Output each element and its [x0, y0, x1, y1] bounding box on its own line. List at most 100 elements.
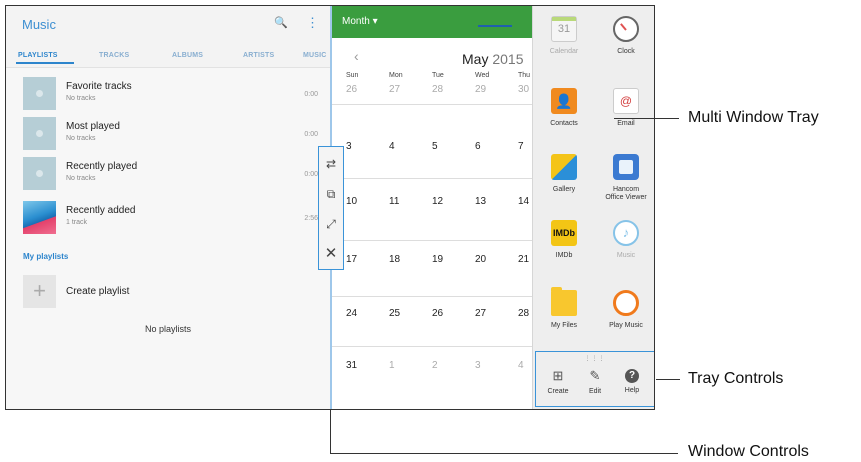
create-button[interactable]: ⊞ Create: [540, 368, 576, 395]
playlist-item-most-played[interactable]: Most played No tracks 0:00: [6, 114, 330, 154]
folder-icon: [551, 287, 577, 316]
week-divider: [332, 178, 532, 179]
tray-app-calendar[interactable]: 31 Calendar: [533, 16, 595, 56]
tab-artists[interactable]: ARTISTS: [243, 52, 274, 59]
imdb-icon: IMDb: [551, 220, 577, 246]
calendar-day[interactable]: 20: [475, 254, 486, 265]
calendar-day[interactable]: 17: [346, 254, 357, 265]
more-options-icon[interactable]: ⋮: [306, 15, 319, 31]
dropdown-arrow-icon: ▾: [372, 16, 378, 27]
playlist-item-recently-played[interactable]: Recently played No tracks 0:00: [6, 154, 330, 194]
day-of-week-label: Sun: [346, 72, 359, 79]
clock-icon: [613, 16, 639, 42]
calendar-day[interactable]: 31: [346, 360, 357, 371]
tab-tracks[interactable]: TRACKS: [99, 52, 129, 59]
calendar-day[interactable]: 26: [346, 84, 357, 95]
app-label: Clock: [617, 48, 635, 55]
gallery-icon: [551, 154, 577, 180]
edit-button[interactable]: ✎ Edit: [577, 368, 613, 395]
view-selector[interactable]: Month ▾: [342, 16, 378, 27]
edit-icon: ✎: [589, 368, 601, 383]
calendar-day[interactable]: 29: [475, 84, 486, 95]
callout-window-controls: Window Controls: [688, 443, 809, 460]
previous-month-icon[interactable]: ‹: [354, 48, 359, 64]
calendar-day[interactable]: 4: [389, 141, 395, 152]
multi-window-tray: 31 Calendar Clock 👤 Contacts @ Email Gal…: [532, 6, 654, 409]
calendar-day[interactable]: 14: [518, 196, 529, 207]
playlist-item-favorite-tracks[interactable]: Favorite tracks No tracks 0:00: [6, 74, 330, 114]
create-playlist-button[interactable]: + Create playlist: [6, 273, 330, 311]
edit-label: Edit: [588, 388, 602, 395]
tray-app-hancom-office-viewer[interactable]: Hancom Office Viewer: [595, 154, 654, 202]
tray-app-my-files[interactable]: My Files: [533, 287, 595, 330]
calendar-day[interactable]: 13: [475, 196, 486, 207]
calendar-day[interactable]: 10: [346, 196, 357, 207]
tab-albums[interactable]: ALBUMS: [172, 52, 203, 59]
tray-app-email[interactable]: @ Email: [595, 88, 654, 128]
calendar-app-window: Month ▾ ‹ May 2015 Sun Mon Tue Wed Thu 2…: [332, 6, 532, 409]
day-of-week-label: Thu: [518, 72, 531, 79]
playlist-title: Recently played: [66, 161, 138, 172]
play-music-icon: [613, 290, 639, 316]
active-tab-indicator: [16, 62, 74, 64]
calendar-day[interactable]: 19: [432, 254, 443, 265]
create-icon: ⊞: [552, 368, 564, 383]
calendar-day[interactable]: 18: [389, 254, 400, 265]
create-playlist-label: Create playlist: [66, 286, 130, 297]
calendar-day[interactable]: 6: [475, 141, 481, 152]
calendar-day[interactable]: 21: [518, 254, 529, 265]
tray-app-clock[interactable]: Clock: [595, 16, 654, 56]
music-app-title: Music: [22, 17, 56, 32]
calendar-day[interactable]: 4: [518, 360, 524, 371]
app-label: Play Music: [609, 322, 643, 329]
tray-app-play-music[interactable]: Play Music: [595, 290, 654, 330]
calendar-day[interactable]: 24: [346, 308, 357, 319]
calendar-day[interactable]: 28: [518, 308, 529, 319]
app-label: IMDb: [555, 252, 573, 259]
tab-music[interactable]: MUSIC: [303, 52, 327, 59]
tablet-screen: Music 🔍 ⋮ PLAYLISTS TRACKS ALBUMS ARTIST…: [5, 5, 655, 410]
tab-playlists[interactable]: PLAYLISTS: [18, 52, 58, 59]
calendar-day[interactable]: 28: [432, 84, 443, 95]
week-divider: [332, 296, 532, 297]
tray-app-music[interactable]: ♪ Music: [595, 220, 654, 260]
app-label: Calendar: [549, 48, 579, 55]
tray-handle-icon[interactable]: ⋮⋮⋮: [536, 355, 654, 362]
search-icon[interactable]: 🔍: [274, 16, 288, 29]
tray-app-imdb[interactable]: IMDb IMDb: [533, 220, 595, 260]
calendar-day[interactable]: 12: [432, 196, 443, 207]
playlist-item-recently-added[interactable]: Recently added 1 track 2:56: [6, 198, 330, 238]
close-window-icon[interactable]: ✕: [324, 246, 338, 261]
calendar-day[interactable]: 25: [389, 308, 400, 319]
music-tabs: PLAYLISTS TRACKS ALBUMS ARTISTS MUSIC: [6, 48, 330, 68]
calendar-day[interactable]: 26: [432, 308, 443, 319]
maximize-window-icon[interactable]: ⤢: [324, 217, 338, 231]
playlist-duration: 2:56: [304, 215, 318, 222]
calendar-day[interactable]: 7: [518, 141, 524, 152]
my-playlists-heading: My playlists: [23, 252, 69, 261]
playlist-title: Favorite tracks: [66, 81, 132, 92]
app-label: Gallery: [552, 186, 576, 193]
help-label: Help: [624, 387, 640, 394]
playlist-duration: 0:00: [304, 91, 318, 98]
calendar-day[interactable]: 30: [518, 84, 529, 95]
calendar-day[interactable]: 2: [432, 360, 438, 371]
tray-app-contacts[interactable]: 👤 Contacts: [533, 88, 595, 128]
music-header: Music 🔍 ⋮ PLAYLISTS TRACKS ALBUMS ARTIST…: [6, 6, 330, 68]
tray-app-gallery[interactable]: Gallery: [533, 154, 595, 194]
plus-icon: +: [23, 275, 56, 308]
calendar-day[interactable]: 3: [346, 141, 352, 152]
calendar-day[interactable]: 5: [432, 141, 438, 152]
help-button[interactable]: ? Help: [614, 368, 650, 394]
view-label: Month: [342, 16, 370, 27]
calendar-day[interactable]: 3: [475, 360, 481, 371]
calendar-day[interactable]: 27: [389, 84, 400, 95]
switch-windows-icon[interactable]: ⇄: [324, 157, 338, 171]
day-of-week-label: Wed: [475, 72, 490, 79]
week-divider: [332, 240, 532, 241]
drag-content-icon[interactable]: ⧉: [324, 187, 338, 201]
day-of-week-label: Mon: [389, 72, 403, 79]
calendar-day[interactable]: 11: [389, 196, 399, 207]
calendar-day[interactable]: 1: [389, 360, 395, 371]
calendar-day[interactable]: 27: [475, 308, 486, 319]
